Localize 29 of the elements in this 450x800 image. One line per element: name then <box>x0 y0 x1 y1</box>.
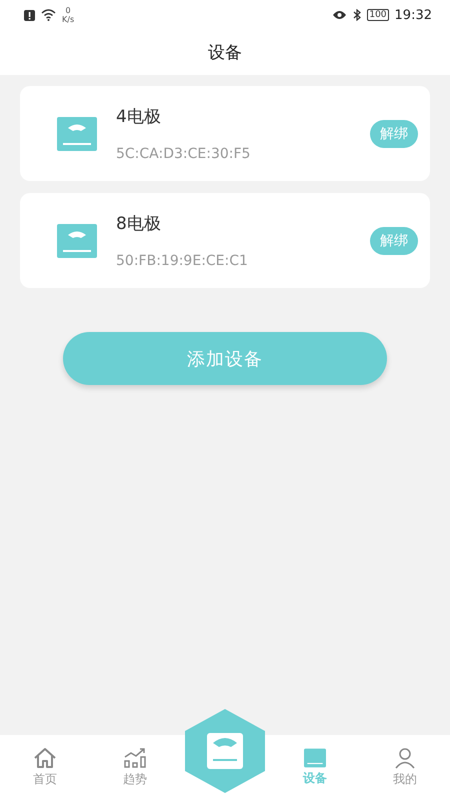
bluetooth-icon <box>353 9 362 21</box>
network-speed-value: 0 <box>66 6 71 15</box>
wifi-icon <box>41 9 56 21</box>
device-card[interactable]: 8电极 50:FB:19:9E:CE:C1 解绑 <box>20 193 430 288</box>
notification-icon <box>24 10 35 20</box>
scale-icon <box>57 116 97 150</box>
device-name: 4电极 <box>116 106 162 128</box>
network-speed-unit: K/s <box>62 15 74 24</box>
mac-address: 50:FB:19:9E:CE:C1 <box>116 253 249 269</box>
nav-tab[interactable]: 首页 <box>0 735 90 800</box>
page-title: 设备 <box>208 42 242 64</box>
mac-address: 5C:CA:D3:CE:30:F5 <box>116 146 252 162</box>
device-name: 8电极 <box>116 213 162 235</box>
nav-tab[interactable]: 设备 <box>270 735 360 800</box>
eye-icon <box>332 10 348 20</box>
device-card[interactable]: 4电极 5C:CA:D3:CE:30:F5 解绑 <box>20 86 430 181</box>
add-device-button[interactable]: 添加设备 <box>63 332 387 385</box>
center-scale-button[interactable] <box>183 707 267 795</box>
unbind-button[interactable]: 解绑 <box>370 120 418 148</box>
nav-tab[interactable]: 我的 <box>360 735 450 800</box>
battery-level: 100 <box>367 9 389 21</box>
trend-chart-icon <box>123 747 147 769</box>
home-icon <box>33 747 57 769</box>
unbind-button[interactable]: 解绑 <box>370 226 418 254</box>
scale-icon <box>57 224 97 258</box>
nav-tab[interactable]: 趋势 <box>90 735 180 800</box>
scale-icon <box>304 748 326 768</box>
person-icon <box>394 747 416 769</box>
clock-time: 19:32 <box>394 8 432 22</box>
